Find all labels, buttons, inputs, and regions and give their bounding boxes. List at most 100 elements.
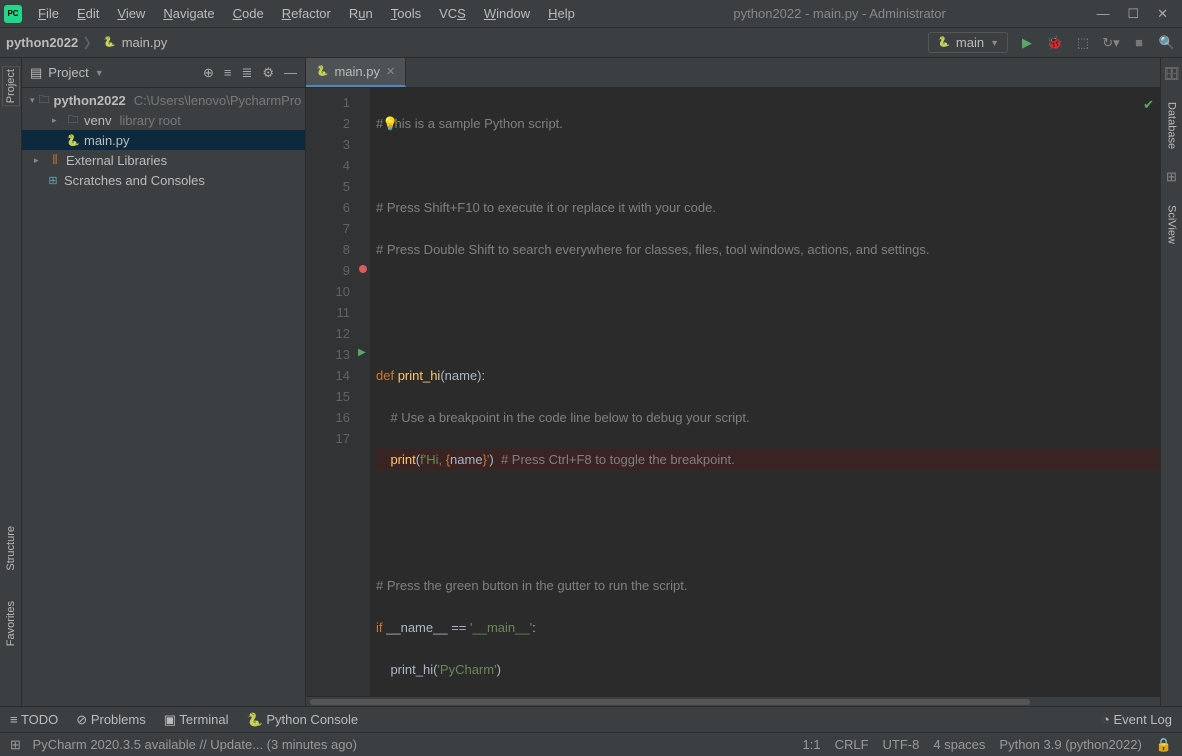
dropdown-icon: ▼ [990,38,999,48]
python-file-icon: 🐍 [316,66,328,77]
menu-tools[interactable]: Tools [383,2,429,25]
app-logo-icon: PC [4,5,22,23]
scrollbar-thumb[interactable] [310,699,1030,705]
menu-view[interactable]: View [109,2,153,25]
tree-venv-tag: library root [119,113,180,128]
minimize-icon[interactable]: — [1096,6,1109,22]
maximize-icon[interactable]: ☐ [1127,6,1139,22]
main-menu: File Edit View Navigate Code Refactor Ru… [30,2,583,25]
hide-icon[interactable]: — [284,65,297,81]
project-tool-button[interactable]: Project [2,66,20,106]
intention-bulb-icon[interactable]: 💡 [382,113,398,134]
tree-project-root[interactable]: ▾ 🗀 python2022 C:\Users\lenovo\PycharmPr… [22,90,305,110]
tree-file-name: main.py [84,133,130,148]
breadcrumb-sep-icon: 〉 [84,33,97,52]
tree-project-name: python2022 [54,93,126,108]
folder-icon: 🗀 [39,91,50,110]
run-marker-icon[interactable]: ▶ [358,347,366,358]
navbar: python2022 〉 🐍 main.py 🐍 main ▼ ▶ 🐞 ⬚ ↻▾… [0,28,1182,58]
scratch-icon: ⊞ [46,174,60,187]
sidebar-title[interactable]: Project [48,65,88,80]
line-separator[interactable]: CRLF [835,737,869,753]
project-view-icon: ▤ [30,65,42,81]
nav-toolbar: 🐍 main ▼ ▶ 🐞 ⬚ ↻▾ ■ 🔍 [928,32,1176,53]
library-icon: ⫼ [48,154,62,167]
search-everywhere-icon[interactable]: 🔍 [1158,35,1176,51]
line-number-gutter: 1234567891011121314151617 [306,88,356,696]
folder-icon: 🗀 [66,111,80,130]
project-sidebar: ▤ Project ▼ ⊕ ≡ ≣ ⚙ — ▾ 🗀 python2022 C:\… [22,58,306,706]
editor-tabs: 🐍 main.py ✕ [306,58,1160,88]
right-tool-rail: 🗄 Database ⊞ SciView [1160,58,1182,706]
breadcrumb-file[interactable]: main.py [122,35,168,50]
sciview-tool-button[interactable]: SciView [1166,205,1178,244]
terminal-tool-button[interactable]: ▣ Terminal [164,712,229,728]
python-console-tool-button[interactable]: 🐍 Python Console [247,712,359,728]
todo-tool-button[interactable]: ≡ TODO [10,712,58,727]
marker-gutter[interactable]: ▶ [356,88,370,696]
sidebar-header: ▤ Project ▼ ⊕ ≡ ≣ ⚙ — [22,58,305,88]
favorites-tool-button[interactable]: Favorites [5,601,17,646]
cursor-position[interactable]: 1:1 [803,737,821,753]
window-title: python2022 - main.py - Administrator [583,6,1097,21]
debug-button-icon[interactable]: 🐞 [1046,35,1064,51]
close-icon[interactable]: ✕ [1157,6,1168,22]
sciview-icon[interactable]: ⊞ [1166,169,1177,185]
collapse-icon[interactable]: ≣ [241,65,252,81]
settings-icon[interactable]: ⚙ [262,65,274,81]
run-button-icon[interactable]: ▶ [1018,35,1036,51]
database-tool-button[interactable]: Database [1166,102,1178,149]
dropdown-icon[interactable]: ▼ [95,68,104,78]
menu-code[interactable]: Code [225,2,272,25]
breadcrumb-project[interactable]: python2022 [6,35,78,50]
tab-label: main.py [334,64,380,79]
locate-icon[interactable]: ⊕ [203,65,214,81]
menu-navigate[interactable]: Navigate [155,2,222,25]
tab-main-py[interactable]: 🐍 main.py ✕ [306,58,406,87]
menu-window[interactable]: Window [476,2,538,25]
python-file-icon: 🐍 [103,37,115,48]
profile-icon[interactable]: ↻▾ [1102,35,1120,51]
breakpoint-icon[interactable] [359,265,367,273]
tab-close-icon[interactable]: ✕ [386,65,395,78]
structure-tool-button[interactable]: Structure [5,526,17,571]
menu-file[interactable]: File [30,2,67,25]
coverage-icon[interactable]: ⬚ [1074,35,1092,51]
event-log-button[interactable]: ◔ Event Log [1102,712,1172,727]
python-file-icon: 🐍 [66,134,80,147]
window-controls: — ☐ ✕ [1096,6,1178,22]
breadcrumb: python2022 〉 🐍 main.py [6,33,167,52]
lock-icon[interactable]: 🔒 [1156,737,1172,753]
tree-scratches[interactable]: ⊞ Scratches and Consoles [22,170,305,190]
tree-venv[interactable]: ▸ 🗀 venv library root [22,110,305,130]
menu-run[interactable]: Run [341,2,381,25]
status-bar: ⊞ PyCharm 2020.3.5 available // Update..… [0,732,1182,756]
expand-icon[interactable]: ≡ [224,65,232,81]
menu-vcs[interactable]: VCS [431,2,474,25]
inspection-ok-icon[interactable]: ✔ [1143,94,1154,115]
tree-external-libs[interactable]: ▸ ⫼ External Libraries [22,150,305,170]
python-icon: 🐍 [937,37,949,48]
menu-edit[interactable]: Edit [69,2,107,25]
status-message[interactable]: PyCharm 2020.3.5 available // Update... … [33,737,357,752]
bottom-toolbar: ≡ TODO ⊘ Problems ▣ Terminal 🐍 Python Co… [0,706,1182,732]
problems-tool-button[interactable]: ⊘ Problems [76,712,145,728]
tree-extlib-label: External Libraries [66,153,167,168]
indent[interactable]: 4 spaces [933,737,985,753]
menu-refactor[interactable]: Refactor [274,2,339,25]
stop-button-icon[interactable]: ■ [1130,35,1148,50]
interpreter[interactable]: Python 3.9 (python2022) [999,737,1141,753]
encoding[interactable]: UTF-8 [883,737,920,753]
code-editor[interactable]: 1234567891011121314151617 ▶ # This is a … [306,88,1160,696]
tool-windows-icon[interactable]: ⊞ [10,737,21,752]
database-icon[interactable]: 🗄 [1163,66,1180,82]
horizontal-scrollbar[interactable] [306,696,1160,706]
tree-main-py[interactable]: 🐍 main.py [22,130,305,150]
left-tool-rail: Project Structure Favorites [0,58,22,706]
menu-help[interactable]: Help [540,2,583,25]
main-area: Project Structure Favorites ▤ Project ▼ … [0,58,1182,706]
run-config-selector[interactable]: 🐍 main ▼ [928,32,1008,53]
code-content[interactable]: # This is a sample Python script. # Pres… [370,88,1160,696]
titlebar: PC File Edit View Navigate Code Refactor… [0,0,1182,28]
tree-project-path: C:\Users\lenovo\PycharmPro [134,93,302,108]
